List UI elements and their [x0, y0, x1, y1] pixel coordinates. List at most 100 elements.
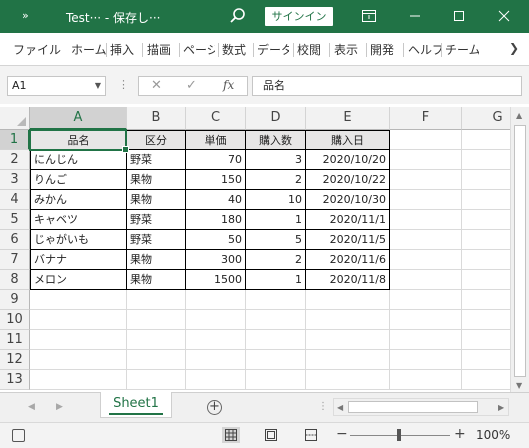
empty-cell[interactable] — [462, 130, 510, 150]
empty-cell[interactable] — [390, 130, 462, 150]
tab-help[interactable]: ヘルプ — [408, 41, 441, 58]
scroll-left-icon[interactable]: ◀ — [337, 403, 343, 412]
table-cell[interactable]: 2 — [246, 170, 306, 190]
scroll-up-icon[interactable]: ▲ — [516, 111, 522, 120]
row-header[interactable]: 13 — [0, 370, 30, 390]
chevron-down-icon[interactable]: ▼ — [95, 77, 101, 95]
table-cell[interactable]: 1 — [246, 270, 306, 290]
empty-cell[interactable] — [390, 190, 462, 210]
table-cell[interactable]: 50 — [186, 230, 246, 250]
table-cell[interactable]: 果物 — [127, 170, 186, 190]
row-header[interactable]: 5 — [0, 210, 30, 230]
empty-cell[interactable] — [462, 210, 510, 230]
table-cell[interactable]: 野菜 — [127, 230, 186, 250]
table-header-cell[interactable]: 区分 — [127, 130, 186, 150]
empty-cell[interactable] — [462, 270, 510, 290]
empty-cell[interactable] — [462, 350, 510, 370]
tab-review[interactable]: 校閲 — [297, 41, 321, 58]
empty-cell[interactable] — [127, 370, 186, 390]
empty-cell[interactable] — [306, 310, 390, 330]
macro-record-icon[interactable] — [12, 429, 25, 442]
column-header-a[interactable]: A — [30, 107, 127, 130]
column-header-g[interactable]: G — [462, 107, 510, 130]
tab-data[interactable]: データ — [257, 41, 289, 58]
page-break-preview-button[interactable] — [302, 427, 320, 443]
empty-cell[interactable] — [127, 310, 186, 330]
row-header[interactable]: 8 — [0, 270, 30, 290]
table-cell[interactable]: 10 — [246, 190, 306, 210]
tab-view[interactable]: 表示 — [334, 41, 358, 58]
table-cell[interactable]: 2020/10/30 — [306, 190, 390, 210]
table-cell[interactable]: 300 — [186, 250, 246, 270]
row-header[interactable]: 7 — [0, 250, 30, 270]
table-cell[interactable]: 2020/11/5 — [306, 230, 390, 250]
empty-cell[interactable] — [246, 350, 306, 370]
column-header-f[interactable]: F — [390, 107, 462, 130]
empty-cell[interactable] — [462, 330, 510, 350]
table-cell[interactable]: 2020/10/22 — [306, 170, 390, 190]
table-cell[interactable]: 40 — [186, 190, 246, 210]
empty-cell[interactable] — [462, 290, 510, 310]
row-header[interactable]: 3 — [0, 170, 30, 190]
table-cell[interactable]: りんご — [30, 170, 127, 190]
tab-file[interactable]: ファイル — [13, 41, 61, 58]
row-header[interactable]: 6 — [0, 230, 30, 250]
empty-cell[interactable] — [462, 150, 510, 170]
page-layout-view-button[interactable] — [262, 427, 280, 443]
sheet-nav-next-icon[interactable]: ▶ — [56, 402, 63, 412]
empty-cell[interactable] — [462, 250, 510, 270]
empty-cell[interactable] — [462, 230, 510, 250]
horizontal-scroll-thumb[interactable] — [348, 401, 478, 413]
table-cell[interactable]: 2020/10/20 — [306, 150, 390, 170]
column-header-c[interactable]: C — [186, 107, 246, 130]
empty-cell[interactable] — [186, 310, 246, 330]
empty-cell[interactable] — [186, 370, 246, 390]
empty-cell[interactable] — [30, 310, 127, 330]
empty-cell[interactable] — [30, 350, 127, 370]
sheet-nav-prev-icon[interactable]: ◀ — [28, 402, 35, 412]
table-header-cell[interactable]: 購入日 — [306, 130, 390, 150]
table-cell[interactable]: 2020/11/6 — [306, 250, 390, 270]
tab-split-grip-icon[interactable]: ⋮ — [318, 401, 328, 412]
row-header[interactable]: 12 — [0, 350, 30, 370]
row-header[interactable]: 9 — [0, 290, 30, 310]
empty-cell[interactable] — [390, 210, 462, 230]
ribbon-display-options-button[interactable] — [358, 6, 380, 26]
empty-cell[interactable] — [186, 290, 246, 310]
table-cell[interactable]: 1 — [246, 210, 306, 230]
empty-cell[interactable] — [127, 330, 186, 350]
empty-cell[interactable] — [390, 150, 462, 170]
empty-cell[interactable] — [30, 370, 127, 390]
name-box[interactable]: A1 ▼ — [7, 76, 106, 96]
sheet-tab-sheet1[interactable]: Sheet1 — [100, 392, 172, 418]
zoom-slider-thumb[interactable] — [397, 429, 401, 441]
scroll-right-icon[interactable]: ▶ — [498, 403, 504, 412]
add-sheet-button[interactable]: + — [207, 400, 222, 415]
empty-cell[interactable] — [30, 290, 127, 310]
zoom-out-button[interactable]: − — [336, 426, 348, 442]
tab-developer[interactable]: 開発 — [370, 41, 394, 58]
empty-cell[interactable] — [127, 350, 186, 370]
vertical-scroll-thumb[interactable] — [514, 125, 526, 377]
empty-cell[interactable] — [306, 290, 390, 310]
empty-cell[interactable] — [462, 190, 510, 210]
normal-view-button[interactable] — [222, 427, 240, 443]
signin-button[interactable]: サインイン — [265, 7, 333, 26]
zoom-level[interactable]: 100% — [476, 428, 510, 442]
empty-cell[interactable] — [306, 350, 390, 370]
formula-bar-grip-icon[interactable]: ⋮ — [118, 78, 129, 91]
tab-draw[interactable]: 描画 — [147, 41, 171, 58]
row-header[interactable]: 1 — [0, 130, 30, 150]
empty-cell[interactable] — [186, 350, 246, 370]
empty-cell[interactable] — [30, 330, 127, 350]
ribbon-collapse-chevron-icon[interactable]: ❯ — [509, 41, 519, 55]
tab-formulas[interactable]: 数式 — [222, 41, 246, 58]
empty-cell[interactable] — [390, 290, 462, 310]
tab-home[interactable]: ホーム — [71, 41, 106, 58]
table-cell[interactable]: 2020/11/8 — [306, 270, 390, 290]
maximize-button[interactable] — [448, 6, 470, 26]
table-cell[interactable]: 野菜 — [127, 150, 186, 170]
tab-page-layout[interactable]: ページ — [183, 41, 215, 58]
active-cell-selection[interactable] — [29, 129, 129, 153]
worksheet-grid[interactable]: A B C D E F G 1 2 3 4 5 6 7 8 9 10 11 12… — [0, 107, 510, 392]
